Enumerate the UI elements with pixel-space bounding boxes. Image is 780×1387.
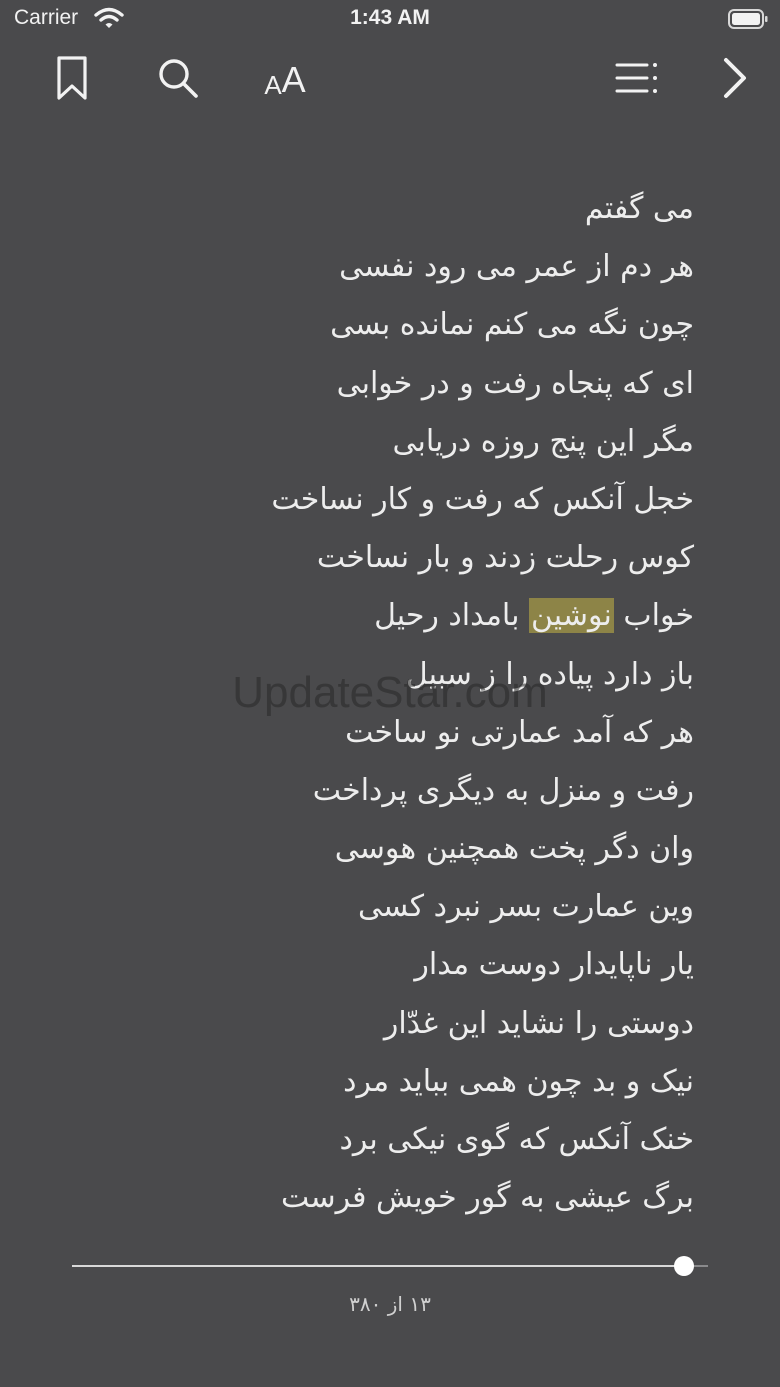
font-size-button[interactable]: A A (254, 52, 316, 108)
poem-line: مگر این پنج روزه دریابی (392, 423, 695, 459)
slider-fill (72, 1265, 684, 1267)
highlighted-word[interactable]: نوشین (528, 598, 614, 634)
list-icon (615, 61, 659, 99)
reader-toolbar: A A (0, 52, 780, 110)
status-bar: Carrier 1:43 AM (0, 0, 780, 40)
clock: 1:43 AM (350, 6, 430, 29)
page-slider[interactable] (72, 1253, 708, 1279)
chevron-right-icon (722, 57, 748, 103)
poem-line: رفت و منزل به دیگری پرداخت (312, 772, 694, 808)
battery-icon (728, 9, 768, 29)
font-size-large-label: A (281, 59, 306, 100)
book-page-text: می گفتم هر دم از عمر می رود نفسی چون نگه م… (74, 180, 694, 1227)
poem-line: می گفتم (584, 191, 694, 226)
bookmark-icon (56, 55, 88, 105)
next-page-button[interactable] (710, 52, 760, 108)
table-of-contents-button[interactable] (610, 52, 664, 108)
poem-line: نیک و بد چون همی بباید مرد (343, 1063, 694, 1099)
poem-line: چون نگه می کنم نمانده بسی (330, 307, 694, 343)
poem-line: هر دم از عمر می رود نفسی (339, 249, 694, 285)
search-button[interactable] (152, 52, 204, 108)
poem-line-text: خواب (613, 598, 694, 634)
poem-line: وان دگر پخت همچنین هوسی (334, 831, 694, 867)
slider-thumb[interactable] (673, 1256, 694, 1276)
poem-line-text: بامداد رحیل (374, 598, 529, 634)
bookmark-button[interactable] (48, 52, 96, 108)
poem-line: برگ عیشی به گور خویش فرست (281, 1180, 694, 1216)
poem-line: ای که پنجاه رفت و در خوابی (336, 365, 694, 401)
poem-line: یار ناپایدار دوست مدار (414, 947, 694, 983)
poem-line: هر که آمد عمارتی نو ساخت (345, 714, 694, 750)
poem-line: کوس رحلت زدند و بار نساخت (316, 540, 694, 576)
poem-line: دوستی را نشاید این غدّار (383, 1005, 694, 1041)
poem-line: خواب نوشین بامداد رحیل (74, 587, 694, 645)
font-size-small-label: A (264, 70, 282, 100)
poem-line: خجل آنکس که رفت و کار نساخت (271, 481, 694, 517)
poem-line: وین عمارت بسر نبرد کسی (358, 889, 694, 925)
page-counter: ۱۳ از ۳۸۰ (349, 1292, 431, 1316)
poem-line: خنک آنکس که گوی نیکی برد (339, 1122, 695, 1157)
search-icon (157, 57, 199, 103)
poem-line: باز دارد پیاده را ز سبیل (405, 656, 694, 692)
